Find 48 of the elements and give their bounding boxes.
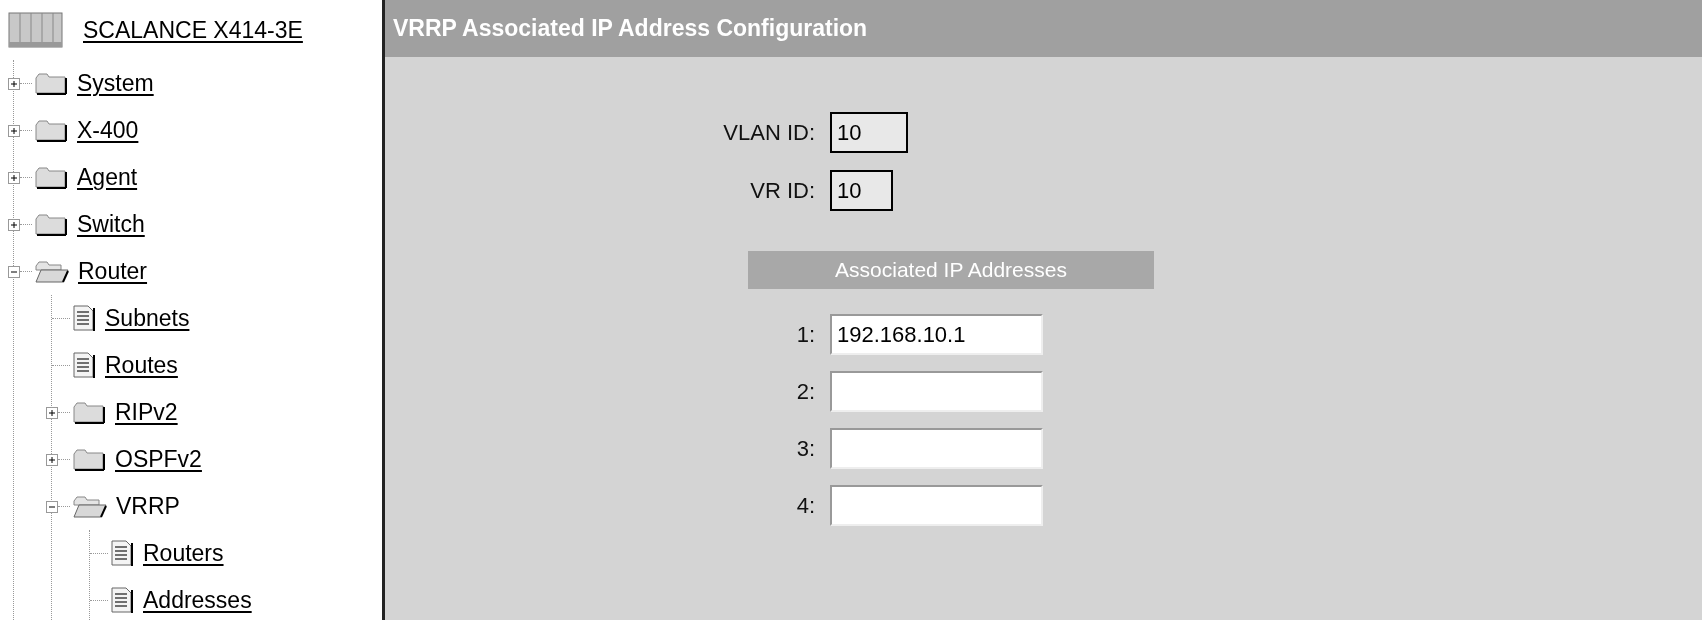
tree-item-link[interactable]: SCALANCE X414-3E <box>83 12 303 48</box>
expand-icon[interactable] <box>46 453 58 466</box>
text-field[interactable]: 192.168.10.1 <box>830 314 1043 355</box>
expand-icon[interactable] <box>8 124 20 137</box>
document-icon <box>73 305 96 332</box>
tree-item-link[interactable]: Switch <box>77 207 145 242</box>
folder-icon <box>35 71 68 96</box>
folder-icon <box>73 400 106 425</box>
text-field[interactable] <box>830 428 1043 469</box>
field-label: VLAN ID: <box>722 119 816 147</box>
document-icon <box>111 587 134 614</box>
tree-item-link[interactable]: RIPv2 <box>115 395 178 430</box>
tree-item-label[interactable]: VRRP <box>116 489 180 524</box>
expand-icon[interactable] <box>8 218 20 231</box>
text-field[interactable] <box>830 485 1043 526</box>
page-title: VRRP Associated IP Address Configuration <box>393 14 868 44</box>
document-icon <box>73 352 96 379</box>
expand-icon[interactable] <box>8 77 20 90</box>
tree-item-link[interactable]: System <box>77 66 154 101</box>
text-field[interactable]: 10 <box>830 170 893 211</box>
text-field[interactable]: 10 <box>830 112 908 153</box>
expand-icon[interactable] <box>8 171 20 184</box>
tree-item-link[interactable]: Addresses <box>143 583 252 618</box>
field-label: 2: <box>795 378 816 406</box>
collapse-icon[interactable] <box>46 500 58 513</box>
tree-item-link[interactable]: OSPFv2 <box>115 442 202 477</box>
folder-icon <box>35 212 68 237</box>
section-header: Associated IP Addresses <box>748 251 1154 289</box>
tree-item-link[interactable]: Agent <box>77 160 138 195</box>
field-label: 1: <box>795 321 816 349</box>
field-label: VR ID: <box>749 177 816 205</box>
open-folder-icon <box>35 259 69 284</box>
folder-icon <box>73 447 106 472</box>
tree-item-link[interactable]: Routers <box>143 536 224 571</box>
tree-item-link[interactable]: Routes <box>105 348 178 383</box>
field-label: 4: <box>795 492 816 520</box>
folder-icon <box>35 165 68 190</box>
expand-icon[interactable] <box>46 406 58 419</box>
field-label: 3: <box>795 435 816 463</box>
tree-item-link[interactable]: Router <box>78 254 148 289</box>
folder-icon <box>35 118 68 143</box>
open-folder-icon <box>73 494 107 519</box>
document-icon <box>111 540 134 567</box>
tree-item-link[interactable]: Subnets <box>105 301 190 336</box>
tree-item-link[interactable]: X-400 <box>77 113 139 148</box>
device-icon <box>8 12 64 48</box>
text-field[interactable] <box>830 371 1043 412</box>
collapse-icon[interactable] <box>8 265 20 278</box>
